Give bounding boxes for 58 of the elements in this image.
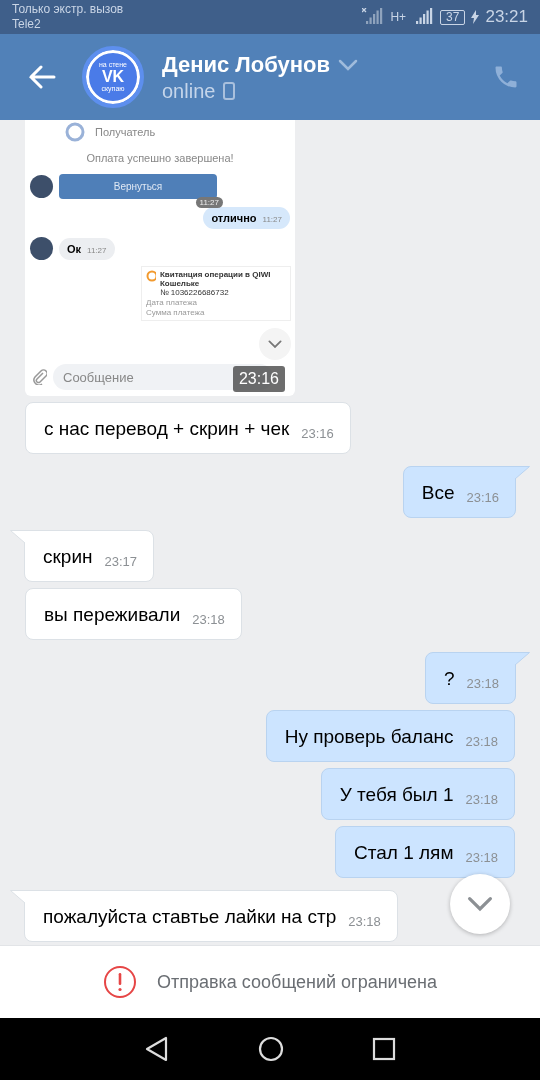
message-time: 23:17 [104,554,138,569]
network-type: H+ [390,9,407,25]
message-text: вы переживали [44,603,181,627]
restriction-notice: Отправка сообщений ограничена [157,971,437,993]
carrier-name: Tele2 [12,17,42,32]
scroll-down-button[interactable] [450,874,510,934]
message-text: Ок [67,242,82,255]
scroll-down-button[interactable] [259,328,291,360]
paperclip-icon [33,369,47,385]
chevron-down-icon [338,58,358,71]
chevron-down-icon [268,339,282,349]
message-time: 23:18 [465,734,498,749]
back-arrow-icon[interactable] [28,65,56,89]
contact-name[interactable]: Денис Лобунов [162,51,330,78]
message-time: 23:18 [465,792,498,807]
message-text: Стал 1 лям [354,841,454,865]
phone-device-icon [223,82,236,100]
chevron-down-icon [467,896,493,912]
online-status: online [162,79,216,103]
message-text: У тебя был 1 [339,783,454,807]
message-time: 23:16 [301,426,334,441]
recipient-label: Получатель [95,126,156,138]
battery-level: 37 [440,9,466,25]
payment-status: Оплата успешно завершена! [86,152,234,164]
home-icon[interactable] [258,1036,284,1062]
qiwi-logo-icon [146,270,156,282]
message-time: 23:18 [465,850,498,865]
avatar-logo: VK [101,69,125,85]
message-time: 11:27 [87,245,107,255]
message-time: 11:27 [195,197,223,208]
message-time: 23:18 [348,914,381,929]
avatar [30,175,53,198]
receipt-label: Сумма платежа [146,308,206,317]
message-text: скрин [43,545,93,569]
status-text: Только экстр. вызов [12,2,124,17]
message-text: Ну проверь баланс [284,725,454,749]
message-time: 23:16 [232,366,285,392]
circle-icon [65,122,85,142]
recents-icon[interactable] [372,1037,396,1061]
message-time: 23:16 [466,490,499,505]
return-button[interactable]: Вернуться [59,174,217,199]
message-text: отлично [211,212,257,224]
message-text: с нас перевод + скрин + чек [44,417,290,441]
back-icon[interactable] [144,1036,170,1062]
message-time: 23:18 [192,612,225,627]
no-signal-icon [362,8,385,26]
message-time: 23:18 [466,676,499,691]
clock: 23:21 [485,7,528,27]
avatar [30,237,53,260]
charging-icon [471,10,480,24]
warning-icon [103,965,137,999]
message-text: пожалуйста ставтье лайки на стр [43,905,337,929]
receipt-number: № 1036226686732 [159,288,230,297]
message-text: ? [443,667,455,691]
receipt-label: Дата платежа [146,298,198,307]
message-text: Все [421,481,455,505]
receipt-title: Квитанция операции в QIWI Кошельке [159,270,272,288]
message-time: 11:27 [262,215,282,224]
